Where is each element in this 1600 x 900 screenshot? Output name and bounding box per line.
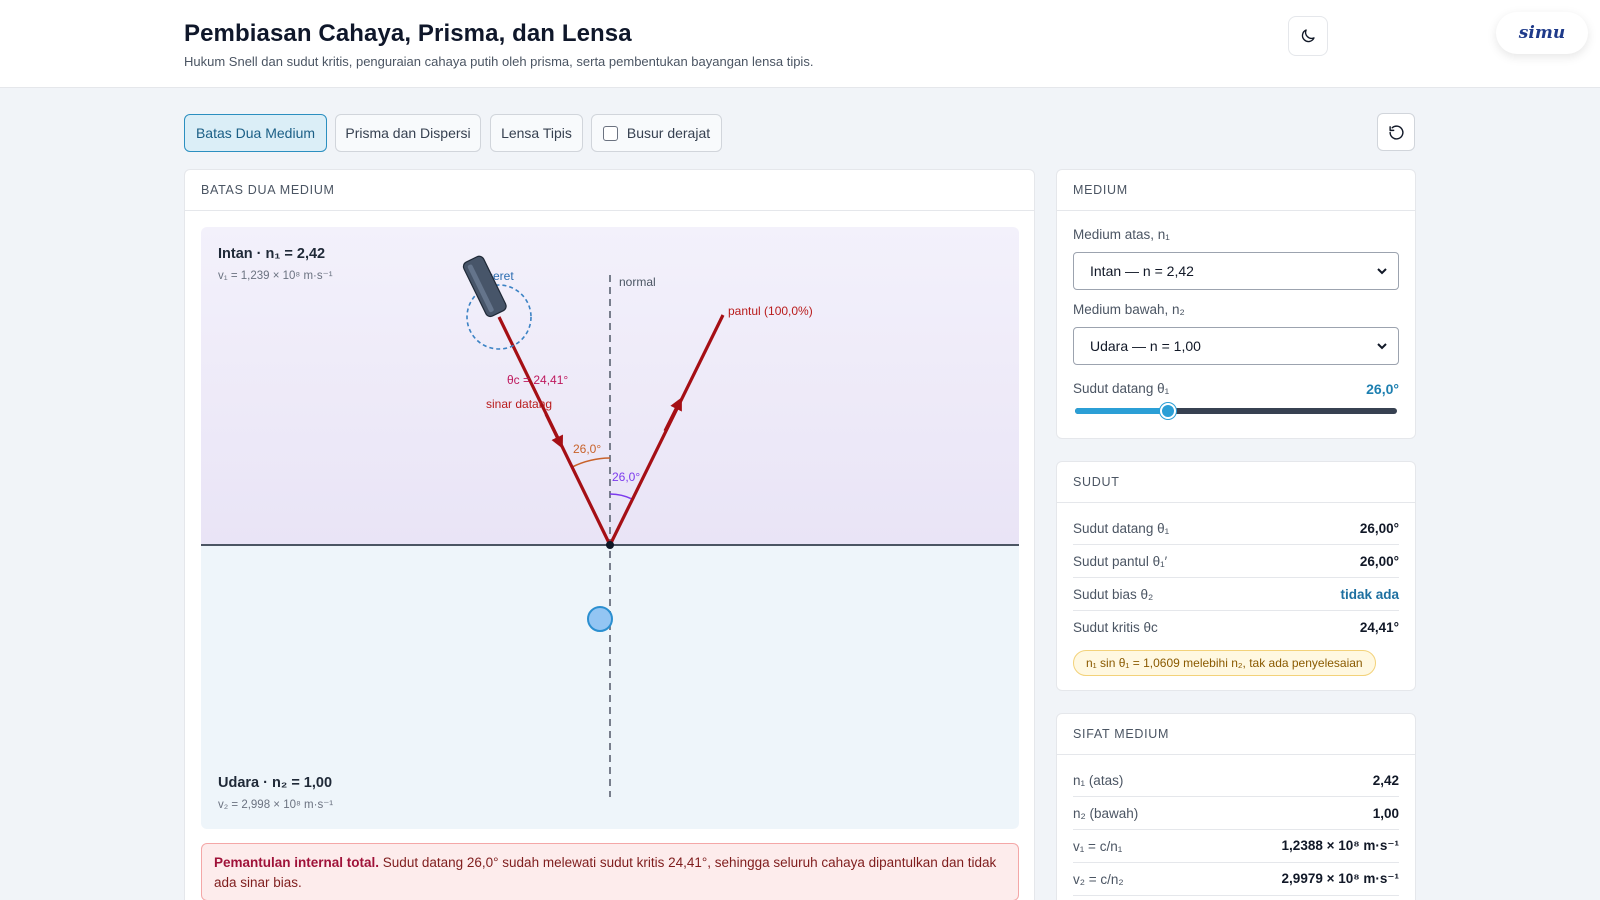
row-value: 1,2388 × 10⁸ m·s⁻¹ <box>1281 838 1399 853</box>
chevron-down-icon <box>1377 268 1387 275</box>
total-internal-reflection-alert: Pemantulan internal total. Sudut datang … <box>201 843 1019 900</box>
row-key: n₁ (atas) <box>1073 772 1124 788</box>
row-key: Sudut kritis θc <box>1073 620 1158 635</box>
page-title: Pembiasan Cahaya, Prisma, dan Lensa <box>184 20 632 47</box>
moon-icon <box>1301 29 1315 43</box>
row-value: 26,00° <box>1359 520 1399 536</box>
observer-marker[interactable] <box>587 606 613 632</box>
lower-medium-field-label: Medium bawah, n₂ <box>1073 302 1185 317</box>
lower-medium-label: Udara · n₂ = 1,00 <box>218 775 332 791</box>
row-key: Sudut datang θ₁ <box>1073 520 1170 536</box>
incident-angle-slider[interactable] <box>1075 403 1397 419</box>
lower-medium-select-value: Udara — n = 1,00 <box>1090 338 1201 354</box>
no-solution-badge: n₁ sin θ₁ = 1,0609 melebihi n₂, tak ada … <box>1073 650 1376 676</box>
property-row: n₂ (bawah) 1,00 <box>1073 797 1399 830</box>
angles-card: SUDUT Sudut datang θ₁ 26,00° Sudut pantu… <box>1056 461 1416 691</box>
reflect-label: pantul (100,0%) <box>728 304 813 318</box>
properties-card: SIFAT MEDIUM n₁ (atas) 2,42 n₂ (bawah) 1… <box>1056 713 1416 900</box>
protractor-label: Busur derajat <box>626 125 711 141</box>
angles-card-title: SUDUT <box>1057 462 1415 503</box>
row-key: Sudut pantul θ₁′ <box>1073 553 1168 569</box>
incident-angle-label: 26,0° <box>573 442 601 456</box>
logo-text: simu <box>1518 23 1566 43</box>
lower-medium-select[interactable]: Udara — n = 1,00 <box>1073 327 1399 365</box>
alert-title: Pemantulan internal total. <box>214 855 380 870</box>
row-value: 1,00 <box>1372 805 1399 821</box>
property-row: v₂ = c/n₂ 2,9979 × 10⁸ m·s⁻¹ <box>1073 863 1399 896</box>
tab-prisma-dispersi[interactable]: Prisma dan Dispersi <box>335 114 481 152</box>
incident-ray-label: sinar datang <box>486 397 552 411</box>
slider-thumb[interactable] <box>1160 403 1176 419</box>
brand-logo[interactable]: simu <box>1496 12 1588 54</box>
upper-medium-select-value: Intan — n = 2,42 <box>1090 263 1194 279</box>
lower-medium-velocity: v₂ = 2,998 × 10⁸ m·s⁻¹ <box>218 799 333 811</box>
angle-row-incident: Sudut datang θ₁ 26,00° <box>1073 512 1399 545</box>
angle-row-critical: Sudut kritis θc 24,41° <box>1073 611 1399 644</box>
protractor-checkbox[interactable] <box>602 125 618 141</box>
row-key: Sudut bias θ₂ <box>1073 586 1154 602</box>
tab-lensa-tipis[interactable]: Lensa Tipis <box>490 114 583 152</box>
reset-button[interactable] <box>1377 113 1415 151</box>
upper-medium-velocity: v₁ = 1,239 × 10⁸ m·s⁻¹ <box>218 270 333 282</box>
properties-card-title: SIFAT MEDIUM <box>1057 714 1415 755</box>
protractor-toggle[interactable]: Busur derajat <box>591 114 722 152</box>
row-value: 2,9979 × 10⁸ m·s⁻¹ <box>1281 871 1399 886</box>
incidence-point <box>606 541 614 549</box>
row-key: n₂ (bawah) <box>1073 805 1139 821</box>
incident-angle-field-label: Sudut datang θ₁ <box>1073 381 1170 396</box>
medium-card: MEDIUM Medium atas, n₁ Intan — n = 2,42 … <box>1056 169 1416 439</box>
row-key: v₂ = c/n₂ <box>1073 871 1124 887</box>
reflect-angle-label: 26,0° <box>612 470 640 484</box>
critical-angle-label: θc = 24,41° <box>507 373 568 387</box>
tab-batas-dua-medium[interactable]: Batas Dua Medium <box>184 114 327 152</box>
chevron-down-icon <box>1377 343 1387 350</box>
simulation-card: BATAS DUA MEDIUM normal 26,0° 26,0° pant… <box>184 169 1035 900</box>
medium-card-title: MEDIUM <box>1057 170 1415 211</box>
row-value: 26,00° <box>1359 553 1399 569</box>
upper-medium-label: Intan · n₁ = 2,42 <box>218 246 325 262</box>
row-key: v₁ = c/n₁ <box>1073 838 1123 854</box>
normal-label: normal <box>619 275 656 289</box>
property-row: v₁ = c/n₁ 1,2388 × 10⁸ m·s⁻¹ <box>1073 830 1399 863</box>
reset-icon <box>1388 124 1404 140</box>
theme-toggle-button[interactable] <box>1288 16 1328 56</box>
simulation-card-title: BATAS DUA MEDIUM <box>185 170 1034 211</box>
row-value: 2,42 <box>1372 772 1399 788</box>
upper-medium-field-label: Medium atas, n₁ <box>1073 227 1170 242</box>
app-header: Pembiasan Cahaya, Prisma, dan Lensa Huku… <box>0 0 1600 88</box>
angle-row-refract: Sudut bias θ₂ tidak ada <box>1073 578 1399 611</box>
upper-medium-select[interactable]: Intan — n = 2,42 <box>1073 252 1399 290</box>
page-subtitle: Hukum Snell dan sudut kritis, penguraian… <box>184 54 814 69</box>
incident-angle-value: 26,0° <box>1366 381 1399 397</box>
slider-fill <box>1075 408 1168 414</box>
angle-row-reflect: Sudut pantul θ₁′ 26,00° <box>1073 545 1399 578</box>
row-value: 24,41° <box>1359 620 1399 635</box>
simulation-canvas[interactable]: normal 26,0° 26,0° pantul (100,0%) θc = … <box>201 227 1019 829</box>
property-row: n₁ (atas) 2,42 <box>1073 764 1399 797</box>
row-value: tidak ada <box>1340 586 1399 602</box>
